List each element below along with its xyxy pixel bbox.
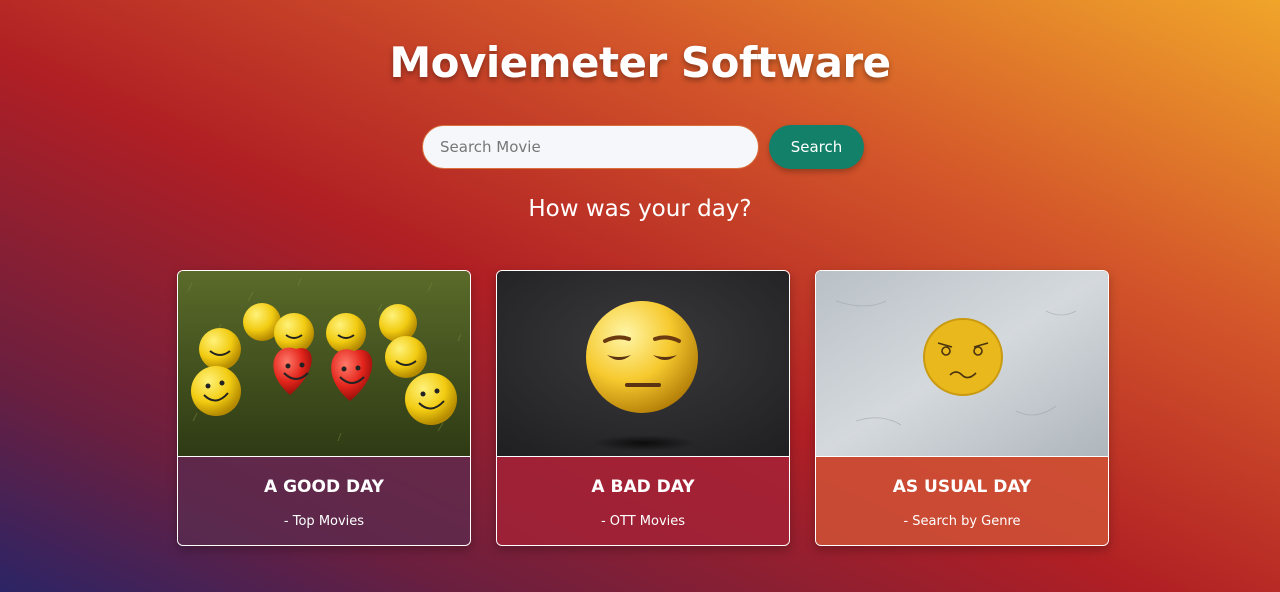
frowning-face-image [816, 271, 1108, 457]
card-subtitle: - Top Movies [283, 514, 365, 529]
mood-cards: A GOOD DAY - Top Movies A BAD DAY - OTT … [177, 270, 1109, 546]
card-title: AS USUAL DAY [892, 477, 1032, 497]
card-title: A GOOD DAY [264, 477, 384, 497]
smiley-balls-image [178, 271, 470, 457]
bad-day-card[interactable]: A BAD DAY - OTT Movies [496, 270, 790, 546]
usual-day-card[interactable]: AS USUAL DAY - Search by Genre [815, 270, 1109, 546]
good-day-card[interactable]: A GOOD DAY - Top Movies [177, 270, 471, 546]
card-title: A BAD DAY [591, 477, 695, 497]
search-input[interactable] [422, 125, 759, 169]
search-bar: Search [422, 125, 864, 169]
mood-question: How was your day? [528, 196, 752, 222]
card-subtitle: - Search by Genre [903, 514, 1021, 529]
page-title: Moviemeter Software [389, 38, 891, 87]
card-subtitle: - OTT Movies [600, 514, 686, 529]
search-button[interactable]: Search [769, 125, 864, 169]
sad-emoji-image [497, 271, 789, 457]
